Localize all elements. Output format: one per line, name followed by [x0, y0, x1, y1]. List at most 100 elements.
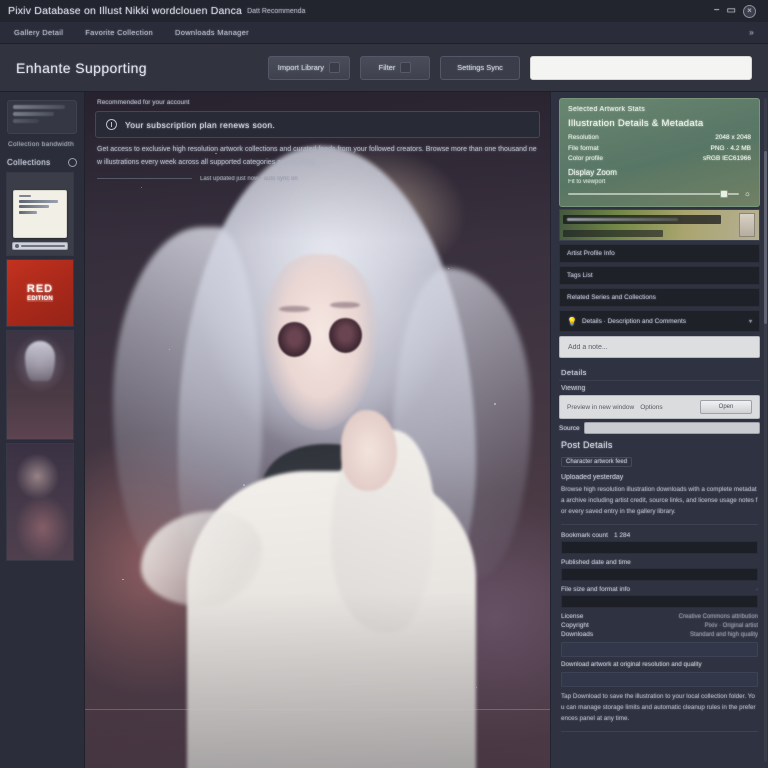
- note-input-placeholder: Add a note...: [568, 343, 608, 351]
- list-item[interactable]: Related Series and Collections: [559, 288, 760, 307]
- palette-preview-strip[interactable]: [559, 209, 760, 241]
- window-titlebar: Pixiv Database on Illust Nikki wordcloue…: [0, 0, 768, 22]
- table-row: Copyright Pixiv · Original artist: [561, 622, 758, 629]
- stats-row-label: Resolution: [568, 134, 599, 141]
- maximize-icon[interactable]: ▭: [727, 6, 736, 16]
- zoom-section-title: Display Zoom: [568, 168, 617, 177]
- stat-label: File size and format info: [561, 586, 631, 594]
- row-label: Related Series and Collections: [567, 294, 656, 301]
- preview-window-bar[interactable]: Preview in new window Options Open: [559, 395, 760, 419]
- import-library-button[interactable]: Import Library: [267, 55, 350, 80]
- slider-handle[interactable]: [720, 189, 729, 198]
- settings-sync-button[interactable]: Settings Sync: [440, 55, 520, 80]
- list-item[interactable]: [6, 330, 74, 440]
- table-row: Published date and time: [561, 559, 758, 566]
- download-band-text: Download artwork at original resolution …: [561, 661, 702, 669]
- row-label: Artist Profile Info: [567, 250, 615, 257]
- paper-note-thumbnail: [13, 190, 67, 238]
- thumbnail-progressbar[interactable]: [12, 242, 68, 250]
- sidebar-caption: Collection bandwidth: [8, 141, 74, 148]
- list-item[interactable]: RED EDITION: [6, 259, 74, 327]
- stat-bar: [561, 541, 758, 555]
- red-poster-title: RED: [26, 283, 54, 296]
- slider-track[interactable]: [568, 189, 739, 198]
- detail-row-list: Artist Profile Info Tags List Related Se…: [559, 244, 760, 332]
- footer-row-value: Pixiv · Original artist: [704, 622, 758, 629]
- right-sidebar: Selected Artwork Stats Illustration Deta…: [550, 92, 768, 768]
- footer-row-value: Standard and high quality: [689, 631, 758, 638]
- footer-row-label: License: [561, 613, 584, 621]
- download-band-top: [561, 642, 758, 658]
- table-row: File size and format info ·: [561, 586, 758, 593]
- stats-row-value: 2048 x 2048: [715, 134, 751, 141]
- zoom-section-caption: Fit to viewport: [568, 179, 606, 185]
- viewing-label: Viewing: [561, 385, 586, 392]
- list-item[interactable]: [6, 443, 74, 561]
- note-input[interactable]: Add a note...: [559, 336, 760, 358]
- filter-icon: [400, 62, 412, 73]
- list-item[interactable]: 💡 Details · Description and Comments ▾: [559, 310, 760, 332]
- progress-track: [21, 244, 65, 248]
- menu-item-favorite-collection[interactable]: Favorite Collection: [85, 28, 153, 37]
- filter-label: Filter: [378, 63, 396, 72]
- stat-bar: [561, 595, 758, 609]
- row-label: Tags List: [567, 272, 593, 279]
- list-item[interactable]: Tags List: [559, 266, 760, 285]
- menu-overflow-icon[interactable]: »: [749, 28, 754, 37]
- open-preview-button[interactable]: Open: [700, 400, 752, 414]
- left-sidebar: Collection bandwidth Collections RED EDI…: [0, 92, 85, 768]
- zoom-slider[interactable]: ☼: [568, 189, 751, 198]
- strip-label-bar: [563, 215, 721, 224]
- zoom-icon[interactable]: ☼: [744, 189, 751, 198]
- stats-row-label: File format: [568, 144, 599, 152]
- search-input[interactable]: [530, 55, 752, 80]
- red-poster-subtitle: EDITION: [26, 295, 54, 302]
- chevron-down-icon[interactable]: ▾: [749, 318, 752, 325]
- chevron-down-icon: [329, 62, 340, 73]
- scrollbar[interactable]: [764, 98, 767, 762]
- details-heading: Details: [559, 364, 760, 381]
- list-item[interactable]: Artist Profile Info: [559, 244, 760, 263]
- page-title: Enhante Supporting: [16, 59, 147, 76]
- red-poster-thumbnail: RED EDITION: [26, 283, 54, 302]
- settings-sync-label: Settings Sync: [457, 63, 503, 72]
- collections-header: Collections: [7, 158, 77, 167]
- stat-label: Published date and time: [561, 559, 631, 567]
- filter-button[interactable]: Filter: [360, 55, 430, 80]
- post-details-title: Post Details: [561, 440, 613, 450]
- source-input[interactable]: [583, 422, 760, 434]
- strip-sub-bar: [563, 230, 663, 237]
- gear-icon[interactable]: [68, 158, 77, 167]
- stats-row-value: sRGB IEC61966: [702, 155, 751, 162]
- menu-item-gallery-detail[interactable]: Gallery Detail: [14, 28, 63, 37]
- artwork-divider: [85, 709, 550, 710]
- artwork-stats-panel: Selected Artwork Stats Illustration Deta…: [559, 98, 760, 207]
- session-info-card[interactable]: [7, 100, 77, 134]
- table-row: Resolution 2048 x 2048: [568, 134, 751, 141]
- note-line-0: [19, 195, 31, 197]
- stat-end: ·: [756, 586, 758, 593]
- close-icon[interactable]: ×: [743, 4, 756, 18]
- uploaded-label: Uploaded yesterday: [561, 474, 624, 481]
- artwork-canvas[interactable]: [85, 92, 550, 768]
- dark-figure-thumbnail: [25, 341, 55, 381]
- preview-label: Preview in new window: [567, 403, 635, 411]
- download-band-bottom[interactable]: [561, 672, 758, 688]
- menu-item-downloads-manager[interactable]: Downloads Manager: [175, 28, 249, 37]
- bulb-icon: 💡: [567, 316, 577, 326]
- thumbnail-list[interactable]: RED EDITION: [0, 172, 84, 768]
- minimize-icon[interactable]: −: [714, 6, 720, 16]
- table-row: File format PNG · 4.2 MB: [568, 145, 751, 152]
- footer-row-value: Creative Commons attribution: [678, 613, 758, 620]
- scrollbar-thumb[interactable]: [764, 151, 767, 324]
- stats-title: Illustration Details & Metadata: [568, 118, 704, 129]
- status-badge[interactable]: Character artwork feed: [561, 457, 633, 467]
- menu-bar: Gallery Detail Favorite Collection Downl…: [0, 22, 768, 44]
- stat-bar: [561, 568, 758, 582]
- window-controls: − ▭ ×: [714, 4, 760, 18]
- session-line-3: [13, 119, 40, 123]
- list-item[interactable]: [6, 172, 74, 256]
- preview-note: Options: [640, 403, 663, 411]
- divider: [561, 524, 758, 526]
- main-body: Collection bandwidth Collections RED EDI…: [0, 92, 768, 768]
